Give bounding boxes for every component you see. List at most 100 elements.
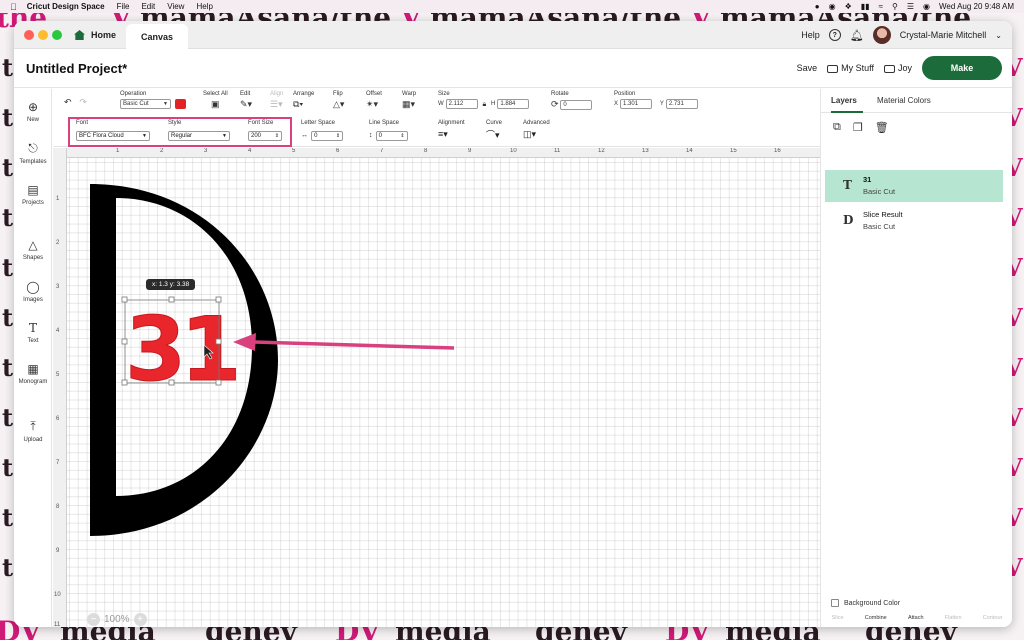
operation-select[interactable]: Basic Cut ▼: [120, 99, 171, 109]
sidebar-item-text[interactable]: T Text: [14, 321, 52, 344]
selection-handle[interactable]: [121, 338, 128, 345]
apple-icon[interactable]: : [10, 2, 17, 12]
width-input[interactable]: 2.112: [445, 99, 478, 109]
zoom-window-button[interactable]: [52, 30, 62, 40]
selection-handle[interactable]: [215, 296, 222, 303]
sidebar-item-images[interactable]: ◯ Images: [14, 280, 52, 303]
avatar[interactable]: [872, 26, 891, 44]
duplicate-icon[interactable]: ❐: [853, 121, 863, 134]
selection-handle[interactable]: [215, 338, 222, 345]
undo-icon[interactable]: ↶: [64, 97, 72, 107]
edit-menu[interactable]: Edit: [141, 2, 155, 11]
record-icon[interactable]: ●: [815, 2, 820, 11]
left-sidebar: ⊕ New ⎋ Templates ▤ Projects △ Shapes ◯ Image…: [14, 89, 52, 627]
sidebar-item-upload[interactable]: ⤒ Upload: [14, 419, 52, 443]
save-button[interactable]: Save: [797, 63, 818, 73]
rotate-input[interactable]: 0: [560, 100, 593, 111]
zoom-out-button[interactable]: −: [87, 613, 100, 626]
desktop-letter: t: [2, 553, 14, 582]
background-color-checkbox[interactable]: [831, 599, 839, 607]
selection-handle[interactable]: [121, 379, 128, 386]
chevron-down-icon[interactable]: ⌄: [995, 31, 1002, 40]
layers-panel: Layers Material Colors ⧉ ❐ 🗑︎ T 31 Basic…: [820, 89, 1012, 627]
joy-button[interactable]: Joy: [883, 63, 912, 73]
style-value: Regular: [171, 133, 193, 139]
panel-tabs: Layers Material Colors: [821, 89, 1012, 113]
minimize-window-button[interactable]: [38, 30, 48, 40]
status-area: ● ◉ ❖ ▮▮ ≈ ⚲ ☰ ◉ Wed Aug 20 9:48 AM: [815, 2, 1014, 11]
lock-icon[interactable]: 🔒︎: [482, 101, 486, 108]
stepper-icon: ⇕: [400, 133, 405, 139]
edit-group[interactable]: Edit ✎▾: [240, 91, 252, 110]
group-icon[interactable]: ⧉: [833, 121, 841, 134]
battery-icon[interactable]: ▮▮: [861, 2, 870, 11]
layer-item-slice-result[interactable]: D Slice Result Basic Cut: [825, 205, 1003, 237]
sidebar-item-templates[interactable]: ⎋ Templates: [14, 141, 52, 165]
my-stuff-button[interactable]: My Stuff: [827, 63, 874, 73]
selection-handle[interactable]: [168, 379, 175, 386]
design-canvas[interactable]: 1 2 3 4 5 6 7 8 9 10 11 12 13 14 15 16 1…: [53, 148, 820, 627]
canvas-tab[interactable]: Canvas: [126, 24, 188, 49]
sidebar-item-projects[interactable]: ▤ Projects: [14, 183, 52, 206]
letter-space-input[interactable]: 0 ⇕: [311, 131, 344, 141]
view-menu[interactable]: View: [167, 2, 184, 11]
offset-group[interactable]: Offset ✴▾: [366, 91, 382, 110]
selection-handle[interactable]: [215, 379, 222, 386]
align-group[interactable]: Align ☰▾: [270, 91, 283, 110]
slice-button[interactable]: Slice: [832, 615, 844, 627]
user-name[interactable]: Crystal-Marie Mitchell: [900, 30, 987, 40]
close-window-button[interactable]: [24, 30, 34, 40]
text-31[interactable]: 31: [125, 298, 243, 402]
tab-layers[interactable]: Layers: [831, 96, 857, 105]
style-group: Style Regular ▼: [168, 120, 230, 141]
file-menu[interactable]: File: [117, 2, 130, 11]
creative-cloud-icon[interactable]: ◉: [829, 2, 836, 11]
contour-button[interactable]: Contour: [983, 615, 1003, 627]
dropbox-icon[interactable]: ❖: [845, 2, 852, 11]
line-space-input[interactable]: 0 ⇕: [375, 131, 408, 141]
home-tab[interactable]: Home: [74, 25, 116, 45]
make-button[interactable]: Make: [922, 56, 1002, 80]
clock-text[interactable]: Wed Aug 20 9:48 AM: [939, 2, 1014, 11]
redo-icon[interactable]: ↷: [79, 97, 87, 107]
warp-group[interactable]: Warp ▦▾: [402, 91, 416, 110]
app-name-menu[interactable]: Cricut Design Space: [27, 2, 105, 11]
x-input[interactable]: 1.301: [620, 99, 653, 109]
tab-material-colors[interactable]: Material Colors: [877, 96, 931, 105]
project-title[interactable]: Untitled Project*: [26, 61, 127, 76]
help-menu[interactable]: Help: [196, 2, 212, 11]
warp-label: Warp: [402, 91, 417, 97]
style-select[interactable]: Regular ▼: [168, 131, 230, 141]
curve-group[interactable]: Curve ⌒▾: [486, 120, 502, 141]
search-icon[interactable]: ⚲: [892, 2, 898, 11]
size-label: Size: [438, 91, 450, 97]
selection-handle[interactable]: [168, 296, 175, 303]
select-all-group[interactable]: Select All ▣: [203, 91, 228, 110]
layer-item-31[interactable]: T 31 Basic Cut: [825, 170, 1003, 202]
sidebar-item-monogram[interactable]: ▦ Monogram: [14, 362, 52, 385]
background-color-row[interactable]: Background Color: [831, 599, 900, 607]
flatten-button[interactable]: Flatten: [945, 615, 962, 627]
zoom-in-button[interactable]: +: [133, 613, 147, 626]
flip-group[interactable]: Flip △▾: [333, 91, 344, 110]
advanced-group[interactable]: Advanced ◫▾: [523, 120, 550, 140]
sidebar-item-new[interactable]: ⊕ New: [14, 100, 52, 123]
sidebar-item-shapes[interactable]: △ Shapes: [14, 238, 52, 261]
help-icon[interactable]: ?: [828, 29, 841, 41]
height-input[interactable]: 1.884: [497, 99, 530, 109]
help-link[interactable]: Help: [801, 30, 820, 40]
bell-icon[interactable]: 🔔︎: [850, 29, 864, 42]
alignment-group[interactable]: Alignment ≡▾: [438, 120, 465, 140]
combine-button[interactable]: Combine: [865, 615, 887, 627]
font-size-input[interactable]: 200 ⇕: [248, 131, 282, 141]
siri-icon[interactable]: ◉: [923, 2, 930, 11]
wifi-icon[interactable]: ≈: [879, 2, 883, 11]
trash-icon[interactable]: 🗑︎: [875, 121, 889, 134]
selection-handle[interactable]: [121, 296, 128, 303]
color-swatch[interactable]: [175, 99, 186, 109]
attach-button[interactable]: Attach: [908, 615, 924, 627]
font-select[interactable]: BFC Flora Cloud ▼: [76, 131, 150, 141]
arrange-group[interactable]: Arrange ⧉▾: [293, 91, 314, 110]
control-center-icon[interactable]: ☰: [907, 2, 914, 11]
y-input[interactable]: 2.731: [665, 99, 698, 109]
